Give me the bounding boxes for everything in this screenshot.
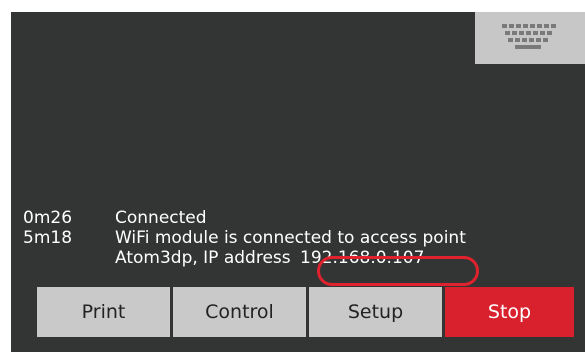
keyboard-button[interactable] xyxy=(475,12,585,64)
control-button[interactable]: Control xyxy=(173,287,306,337)
printer-display: 0m26 Connected 5m18 WiFi module is conne… xyxy=(11,12,585,352)
log-time: 0m26 xyxy=(23,208,73,228)
log-entry: Atom3dp, IP address 192.168.0.107 xyxy=(23,248,466,268)
ip-address: 192.168.0.107 xyxy=(300,248,425,268)
stop-button[interactable]: Stop xyxy=(445,287,574,337)
log-message: WiFi module is connected to access point xyxy=(115,228,466,248)
log-time xyxy=(23,248,115,268)
log-entry: 5m18 WiFi module is connected to access … xyxy=(23,228,466,248)
setup-button[interactable]: Setup xyxy=(309,287,442,337)
print-button[interactable]: Print xyxy=(37,287,170,337)
log-entry: 0m26 Connected xyxy=(23,208,466,228)
log-message: Atom3dp, IP address xyxy=(115,248,297,268)
keyboard-icon xyxy=(502,24,556,49)
button-bar: Print Control Setup Stop xyxy=(37,287,574,337)
log-time: 5m18 xyxy=(23,228,73,248)
log-message: Connected xyxy=(115,208,207,228)
message-log: 0m26 Connected 5m18 WiFi module is conne… xyxy=(23,208,466,268)
